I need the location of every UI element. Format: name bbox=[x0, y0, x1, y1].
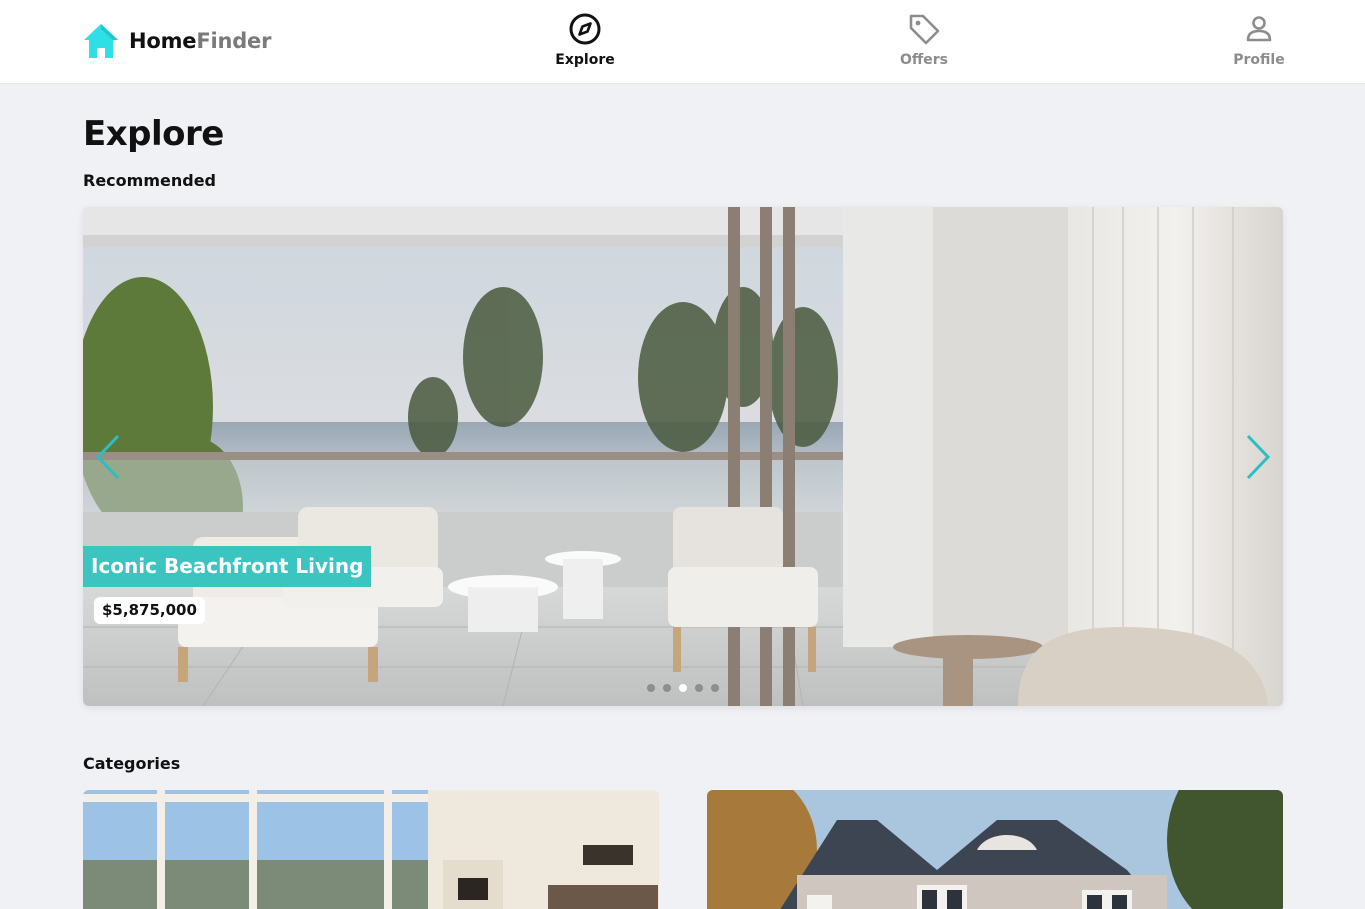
carousel-prev-arrow[interactable] bbox=[92, 432, 122, 482]
carousel-next-arrow[interactable] bbox=[1244, 432, 1274, 482]
carousel-dot-active[interactable] bbox=[679, 684, 687, 692]
carousel-dot[interactable] bbox=[663, 684, 671, 692]
listing-price-badge: $5,875,000 bbox=[94, 597, 205, 624]
brand-home: Home bbox=[129, 29, 197, 53]
compass-icon bbox=[569, 13, 601, 45]
section-title-categories: Categories bbox=[83, 754, 181, 773]
house-exterior-photo bbox=[707, 790, 1283, 909]
tag-icon bbox=[909, 14, 940, 45]
page-title: Explore bbox=[83, 114, 224, 154]
category-card-houses[interactable] bbox=[707, 790, 1283, 909]
nav-profile-label: Profile bbox=[1233, 52, 1285, 68]
apartment-interior-photo bbox=[83, 790, 659, 909]
top-navigation-bar: HomeFinder Explore Offers Profile bbox=[0, 0, 1365, 84]
listing-title-banner[interactable]: Iconic Beachfront Living bbox=[83, 546, 372, 587]
section-title-recommended: Recommended bbox=[83, 171, 216, 190]
house-icon bbox=[84, 24, 118, 58]
carousel-dot[interactable] bbox=[695, 684, 703, 692]
nav-profile[interactable]: Profile bbox=[1214, 12, 1304, 68]
recommended-carousel[interactable]: Iconic Beachfront Living $5,875,000 bbox=[83, 207, 1283, 706]
nav-offers-label: Offers bbox=[900, 52, 948, 68]
carousel-dot[interactable] bbox=[647, 684, 655, 692]
beachfront-listing-photo bbox=[83, 207, 1283, 706]
carousel-dot[interactable] bbox=[711, 684, 719, 692]
brand-finder: Finder bbox=[196, 29, 272, 53]
user-icon bbox=[1246, 16, 1272, 42]
brand-name: HomeFinder bbox=[129, 29, 271, 53]
carousel-pagination bbox=[647, 684, 719, 692]
nav-explore-label: Explore bbox=[555, 52, 615, 68]
category-card-apartments[interactable] bbox=[83, 790, 659, 909]
nav-explore[interactable]: Explore bbox=[540, 12, 630, 68]
homefinder-logo[interactable]: HomeFinder bbox=[83, 22, 271, 60]
nav-offers[interactable]: Offers bbox=[879, 12, 969, 68]
